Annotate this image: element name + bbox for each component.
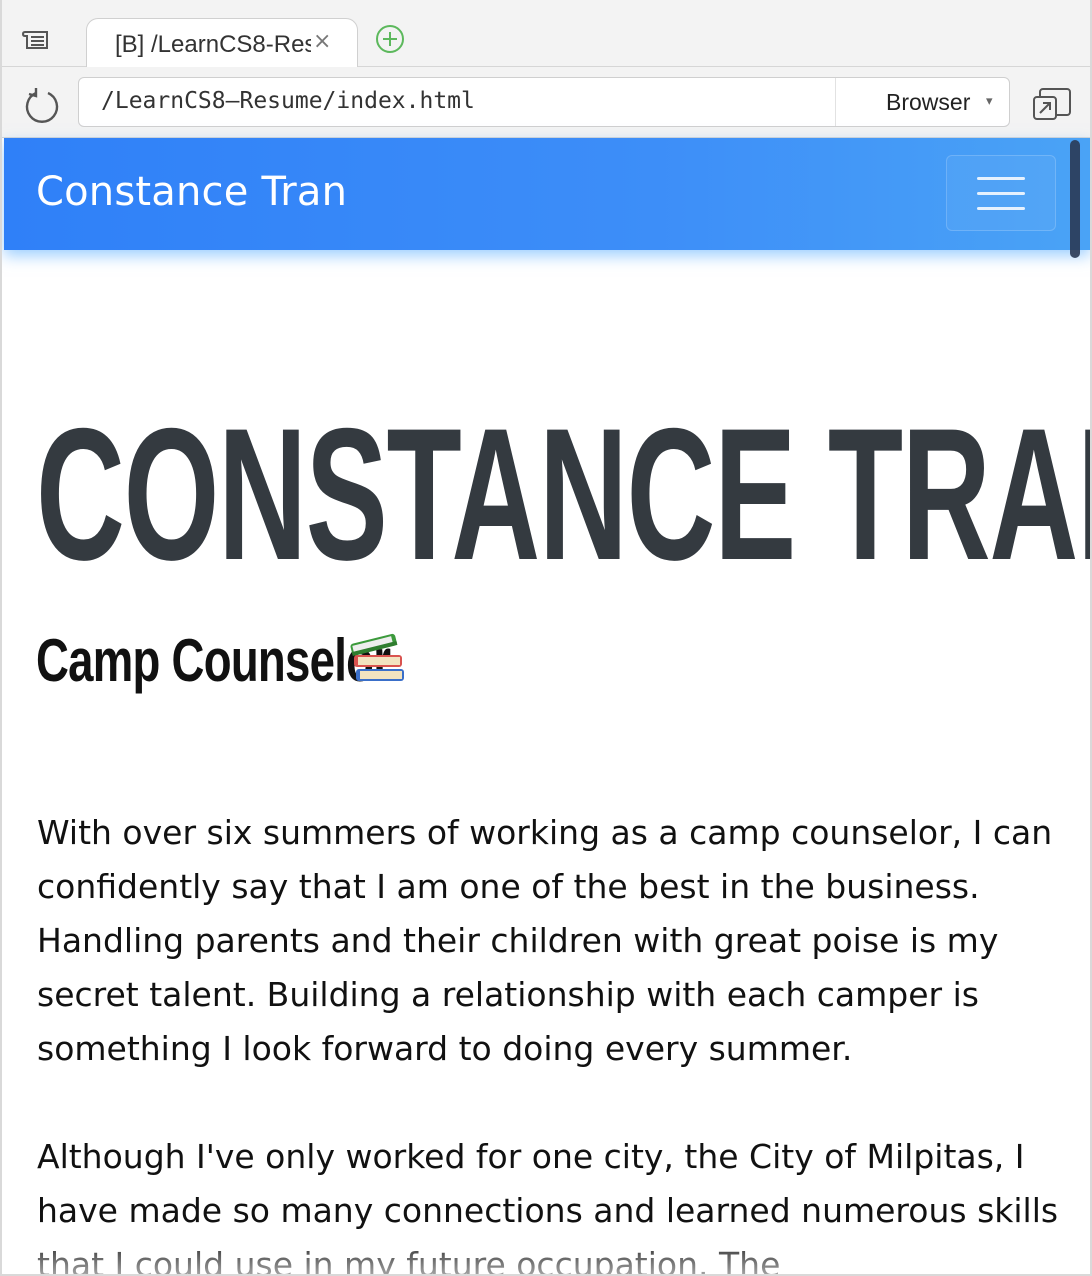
hero-name: CONSTANCE TRAN	[36, 389, 1092, 599]
new-tab-icon[interactable]	[375, 24, 405, 54]
tab-title: [B] /LearnCS8-Resume/index.html	[115, 31, 311, 58]
address-bar: /LearnCS8–Resume/index.html Browser ▾	[2, 67, 1090, 138]
hamburger-bar	[977, 207, 1025, 210]
popout-icon[interactable]	[1032, 87, 1072, 123]
site-navbar: Constance Tran	[4, 138, 1090, 250]
chevron-down-icon: ▾	[986, 94, 993, 109]
navbar-toggle-button[interactable]	[946, 155, 1056, 231]
navbar-brand[interactable]: Constance Tran	[36, 169, 347, 215]
close-icon[interactable]: ×	[313, 29, 331, 54]
bottom-fade	[2, 1234, 1090, 1274]
intro-paragraph: With over six summers of working as a ca…	[37, 813, 1053, 1068]
browser-mode-label: Browser	[886, 89, 971, 115]
browser-window: [B] /LearnCS8-Resume/index.html × /Learn…	[0, 0, 1092, 1276]
hamburger-bar	[977, 177, 1025, 180]
reload-icon[interactable]	[22, 85, 62, 125]
url-text: /LearnCS8–Resume/index.html	[101, 88, 475, 114]
tab-bar: [B] /LearnCS8-Resume/index.html ×	[2, 0, 1090, 67]
books-icon	[350, 633, 404, 681]
url-field[interactable]: /LearnCS8–Resume/index.html Browser ▾	[78, 77, 1010, 127]
hamburger-bar	[977, 192, 1025, 195]
menu-icon[interactable]	[22, 28, 50, 52]
page-subtitle: Camp Counselor	[36, 627, 391, 694]
browser-tab[interactable]: [B] /LearnCS8-Resume/index.html ×	[86, 18, 358, 67]
scrollbar-thumb[interactable]	[1070, 140, 1080, 258]
browser-mode-select[interactable]: Browser ▾	[835, 78, 1009, 126]
